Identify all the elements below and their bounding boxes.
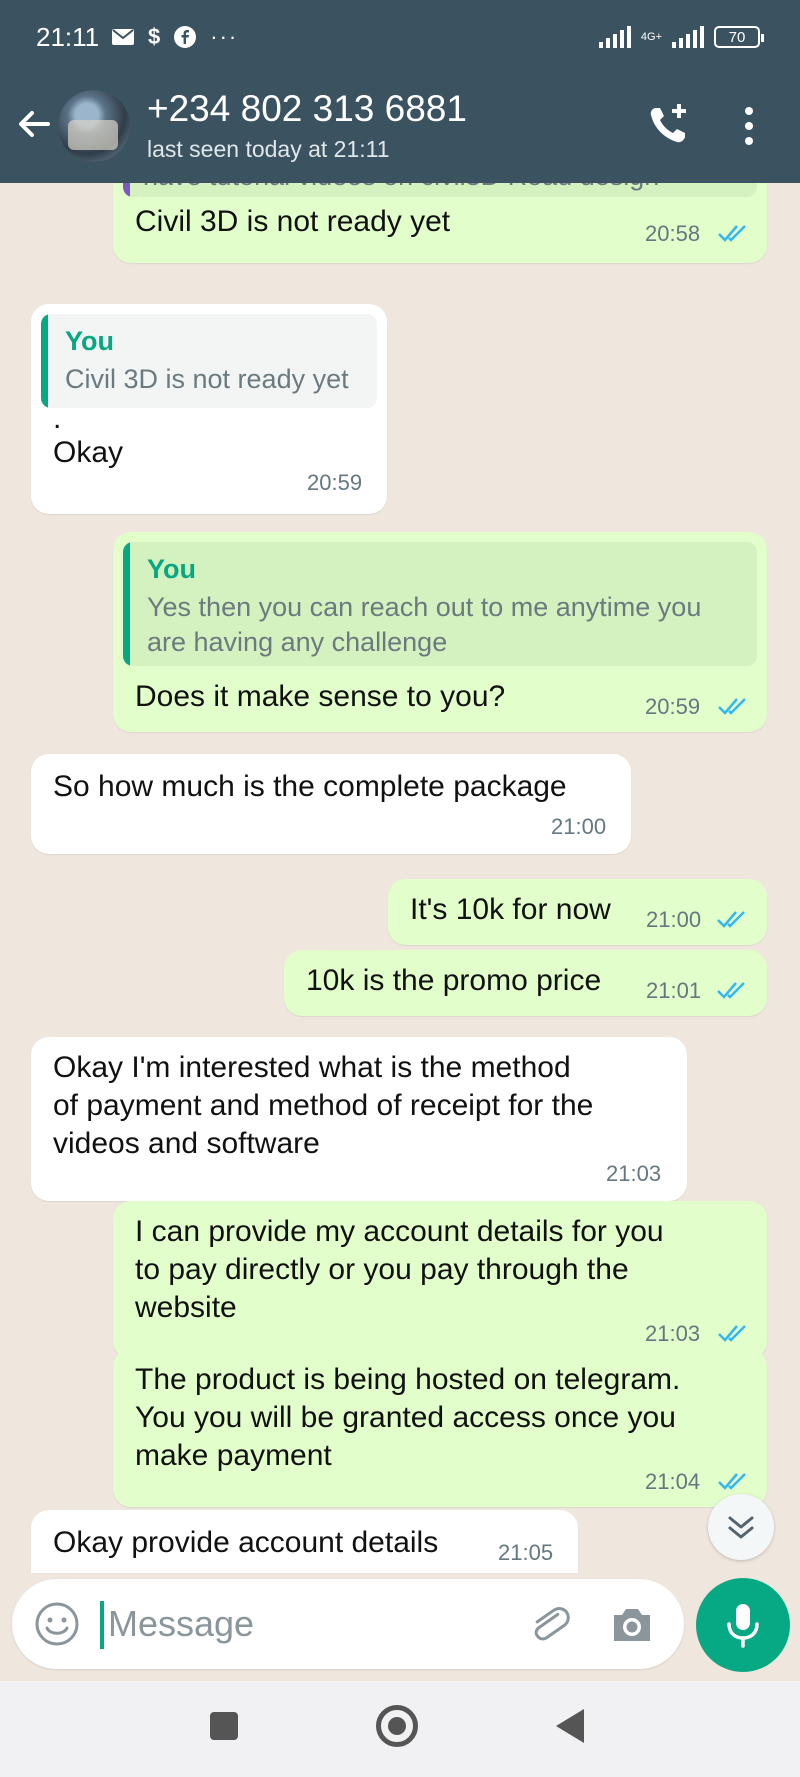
message-time: 20:59 bbox=[307, 470, 363, 495]
scroll-to-bottom-button[interactable] bbox=[708, 1494, 774, 1560]
message-bubble-outgoing[interactable]: You Yes then you can reach out to me any… bbox=[113, 532, 767, 732]
message-bubble-outgoing[interactable]: It's 10k for now 21:00 bbox=[388, 879, 767, 945]
message-text-line: website bbox=[135, 1291, 237, 1324]
text-cursor bbox=[100, 1601, 104, 1649]
message-text-line: The product is being hosted on telegram. bbox=[135, 1363, 681, 1396]
message-time: 21:00 bbox=[646, 907, 702, 932]
message-text-line: . bbox=[53, 402, 62, 435]
home-button[interactable] bbox=[376, 1705, 418, 1747]
overflow-menu-icon[interactable] bbox=[742, 106, 756, 146]
message-bubble-incoming[interactable]: Okay provide account details 21:05 bbox=[31, 1510, 578, 1573]
mic-button[interactable] bbox=[696, 1578, 790, 1672]
message-time: 20:59 bbox=[645, 694, 701, 719]
top-bar: 21:11 $ ··· 4G+ 70 +234 802 313 6881 las… bbox=[0, 0, 800, 183]
message-text-line: You you will be granted access once you bbox=[135, 1401, 676, 1434]
message-text: Okay provide account details bbox=[53, 1526, 439, 1559]
battery-icon: 70 bbox=[714, 26, 764, 48]
quoted-message[interactable]: You Civil 3D is not ready yet bbox=[41, 314, 377, 408]
message-bubble-incoming[interactable]: Okay I'm interested what is the method o… bbox=[31, 1037, 687, 1201]
message-bubble-outgoing[interactable]: I can provide my account details for you… bbox=[113, 1201, 767, 1359]
back-arrow-icon[interactable] bbox=[14, 104, 54, 144]
quoted-text: have tutorial videos on civil3D Road des… bbox=[143, 183, 659, 194]
read-ticks-icon bbox=[717, 982, 745, 999]
system-back-button[interactable] bbox=[556, 1709, 584, 1743]
message-input[interactable] bbox=[108, 1597, 448, 1651]
read-ticks-icon bbox=[718, 698, 746, 715]
message-text: 10k is the promo price bbox=[306, 964, 602, 997]
emoji-icon[interactable] bbox=[34, 1601, 80, 1647]
quoted-text-line: are having any challenge bbox=[147, 627, 448, 657]
read-ticks-icon bbox=[717, 911, 745, 928]
more-dots-icon: ··· bbox=[210, 24, 239, 49]
message-bubble-outgoing[interactable]: 10k is the promo price 21:01 bbox=[284, 950, 767, 1016]
message-text: It's 10k for now bbox=[410, 893, 611, 926]
message-time: 21:00 bbox=[551, 814, 607, 839]
read-ticks-icon bbox=[718, 225, 746, 242]
message-text: Civil 3D is not ready yet bbox=[135, 205, 451, 238]
message-text-line: make payment bbox=[135, 1439, 332, 1472]
status-icons-left: $ ··· bbox=[112, 24, 238, 50]
system-nav-bar bbox=[0, 1681, 800, 1777]
message-time: 21:04 bbox=[645, 1469, 701, 1494]
quoted-text: Civil 3D is not ready yet bbox=[65, 364, 349, 394]
attach-icon[interactable] bbox=[526, 1601, 572, 1647]
message-text: Does it make sense to you? bbox=[135, 680, 506, 713]
status-icons-right: 4G+ 70 bbox=[598, 26, 764, 48]
battery-level: 70 bbox=[728, 28, 746, 46]
facebook-icon bbox=[174, 26, 197, 48]
quote-author: You bbox=[65, 326, 114, 356]
message-time: 21:01 bbox=[646, 978, 702, 1003]
chat-area[interactable]: have tutorial videos on civil3D Road des… bbox=[0, 183, 800, 1573]
quoted-text-line: Yes then you can reach out to me anytime… bbox=[147, 592, 702, 622]
last-seen: last seen today at 21:11 bbox=[147, 136, 390, 162]
network-type: 4G+ bbox=[640, 31, 662, 43]
message-text-line: Okay bbox=[53, 436, 124, 469]
message-time: 20:58 bbox=[645, 221, 701, 246]
signal-icon bbox=[598, 26, 631, 48]
signal-icon-2 bbox=[672, 26, 704, 48]
camera-icon[interactable] bbox=[610, 1603, 654, 1645]
message-bubble-incoming[interactable]: So how much is the complete package 21:0… bbox=[31, 754, 631, 854]
message-text-line: to pay directly or you pay through the bbox=[135, 1253, 629, 1286]
status-time: 21:11 bbox=[36, 22, 100, 52]
double-chevron-down-icon bbox=[728, 1516, 754, 1539]
message-text-line: Okay I'm interested what is the method bbox=[53, 1051, 571, 1084]
message-bubble-outgoing[interactable]: The product is being hosted on telegram.… bbox=[113, 1349, 767, 1507]
mail-icon bbox=[112, 29, 134, 45]
message-text: So how much is the complete package bbox=[53, 770, 567, 803]
read-ticks-icon bbox=[718, 1473, 746, 1490]
quoted-message[interactable]: have tutorial videos on civil3D Road des… bbox=[123, 183, 757, 197]
message-bubble-incoming[interactable]: You Civil 3D is not ready yet . Okay 20:… bbox=[31, 304, 387, 514]
quoted-message[interactable]: You Yes then you can reach out to me any… bbox=[123, 542, 757, 666]
message-text-line: videos and software bbox=[53, 1127, 320, 1160]
recents-button[interactable] bbox=[210, 1712, 238, 1740]
contact-name[interactable]: +234 802 313 6881 bbox=[147, 88, 467, 130]
dollar-icon: $ bbox=[148, 24, 161, 49]
mic-icon bbox=[727, 1604, 759, 1648]
read-ticks-icon bbox=[718, 1325, 746, 1342]
message-time: 21:05 bbox=[498, 1540, 554, 1565]
message-text-line: of payment and method of receipt for the bbox=[53, 1089, 594, 1122]
add-call-icon[interactable] bbox=[644, 100, 694, 150]
avatar[interactable] bbox=[58, 90, 130, 162]
message-time: 21:03 bbox=[606, 1161, 662, 1186]
quote-author: You bbox=[147, 554, 196, 584]
message-bubble-outgoing[interactable]: have tutorial videos on civil3D Road des… bbox=[113, 183, 767, 263]
message-text-line: I can provide my account details for you bbox=[135, 1215, 664, 1248]
status-bar: 21:11 $ ··· 4G+ 70 bbox=[0, 0, 800, 78]
message-composer bbox=[12, 1579, 684, 1669]
message-time: 21:03 bbox=[645, 1321, 701, 1346]
